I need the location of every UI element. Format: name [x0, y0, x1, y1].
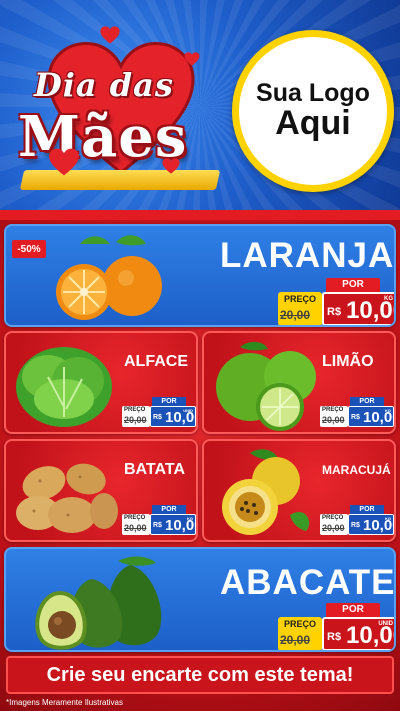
price-unit: UNID [183, 408, 193, 413]
currency: R$ [351, 414, 360, 421]
new-price-box: R$ 10,00 KG [150, 514, 196, 535]
new-price: 10,00 [165, 517, 196, 534]
price-per-label: POR [326, 278, 380, 292]
footnote: *Imagens Meramente Ilustrativas [6, 698, 123, 707]
logo-text-line2: Aqui [275, 104, 351, 143]
currency: R$ [327, 631, 342, 643]
product-name: BATATA [124, 461, 186, 478]
old-price-box: PREÇO 20,00 [278, 292, 322, 325]
price-tag: POR PREÇO 20,00 R$ 10,00 UNID [122, 397, 196, 427]
old-price: 20,00 [322, 523, 345, 533]
new-price-box: R$ 10,00 UNID [322, 617, 394, 650]
new-price-box: R$ 10,00 KG [348, 514, 394, 535]
new-price: 10,00 [363, 517, 394, 534]
old-price-box: PREÇO 20,00 [320, 514, 348, 535]
price-unit: KG [385, 516, 391, 521]
currency: R$ [153, 522, 162, 529]
price-unit: KG [384, 296, 393, 302]
product-name: MARACUJÁ [322, 463, 391, 477]
price-tag: POR PREÇO 20,00 R$ 10,00 KG [278, 278, 394, 325]
discount-badge: -50% [12, 240, 46, 258]
price-tag: POR PREÇO 20,00 R$ 10,00 KG [320, 505, 394, 535]
currency: R$ [153, 414, 162, 421]
old-price: 20,00 [124, 415, 147, 425]
old-price-label: PREÇO [283, 619, 316, 629]
product-card-alface: ALFACE POR PREÇO 20,00 R$ 10,00 UNID [4, 331, 198, 434]
old-price-label: PREÇO [124, 515, 146, 521]
price-tag: POR PREÇO 20,00 R$ 10,00 UNID [278, 603, 394, 650]
product-card-abacate: ABACATE POR PREÇO 20,00 R$ 10,00 UNID [4, 547, 396, 652]
title-art: Dia das Mães [8, 20, 230, 200]
price-per-label: POR [326, 603, 380, 617]
logo-placeholder: Sua Logo Aqui [232, 30, 394, 192]
header-banner: Dia das Mães Sua Logo Aqui [0, 0, 400, 214]
product-name: ALFACE [124, 353, 188, 370]
product-card-maracuja: MARACUJÁ POR PREÇO 20,00 R$ 10,00 KG [202, 439, 396, 542]
product-name: LARANJA [220, 236, 395, 275]
new-price: 10,00 [363, 409, 394, 426]
product-name: LIMÃO [322, 353, 374, 370]
flyer-page: Dia das Mães Sua Logo Aqui -50% LARANJA … [0, 0, 400, 711]
new-price: 10,00 [165, 409, 196, 426]
price-per-label: POR [350, 505, 384, 514]
title-line1: Dia das [34, 66, 174, 104]
old-price-label: PREÇO [322, 407, 344, 413]
new-price-box: R$ 10,00 KG [322, 292, 394, 325]
small-heart-icon [162, 158, 180, 174]
old-price: 20,00 [280, 308, 311, 322]
product-card-batata: BATATA POR PREÇO 20,00 R$ 10,00 KG [4, 439, 198, 542]
old-price-label: PREÇO [124, 407, 146, 413]
new-price-box: R$ 10,00 KG [348, 406, 394, 427]
price-per-label: POR [350, 397, 384, 406]
old-price: 20,00 [280, 633, 311, 647]
new-price-box: R$ 10,00 UNID [150, 406, 196, 427]
header-divider [0, 210, 400, 220]
avocado-icon [35, 556, 162, 650]
price-unit: KG [187, 516, 193, 521]
old-price-box: PREÇO 20,00 [320, 406, 348, 427]
old-price-box: PREÇO 20,00 [278, 617, 322, 650]
price-per-label: POR [152, 397, 186, 406]
small-heart-icon [184, 52, 200, 66]
small-heart-icon [100, 26, 120, 44]
potato-icon [16, 463, 118, 533]
old-price-label: PREÇO [283, 294, 316, 304]
price-tag: POR PREÇO 20,00 R$ 10,00 KG [122, 505, 196, 535]
product-card-laranja: -50% LARANJA POR PREÇO 20,00 R$ 10,0 KG [4, 224, 396, 327]
old-price-label: PREÇO [322, 515, 344, 521]
logo-text-line1: Sua Logo [256, 79, 370, 108]
price-tag: POR PREÇO 20,00 R$ 10,00 KG [320, 397, 394, 427]
product-name: ABACATE [220, 563, 396, 602]
orange-icon [56, 235, 162, 320]
old-price-box: PREÇO 20,00 [122, 406, 150, 427]
old-price: 20,00 [124, 523, 147, 533]
passion-fruit-icon [222, 449, 310, 535]
currency: R$ [351, 522, 360, 529]
old-price-box: PREÇO 20,00 [122, 514, 150, 535]
small-heart-icon [49, 148, 79, 176]
cta-banner: Crie seu encarte com este tema! [6, 656, 394, 694]
product-card-limao: LIMÃO POR PREÇO 20,00 R$ 10,00 KG [202, 331, 396, 434]
price-unit: KG [385, 408, 391, 413]
old-price: 20,00 [322, 415, 345, 425]
price-per-label: POR [152, 505, 186, 514]
lettuce-icon [16, 347, 112, 427]
lime-icon [216, 341, 316, 431]
currency: R$ [327, 306, 342, 318]
price-unit: UNID [378, 621, 393, 627]
